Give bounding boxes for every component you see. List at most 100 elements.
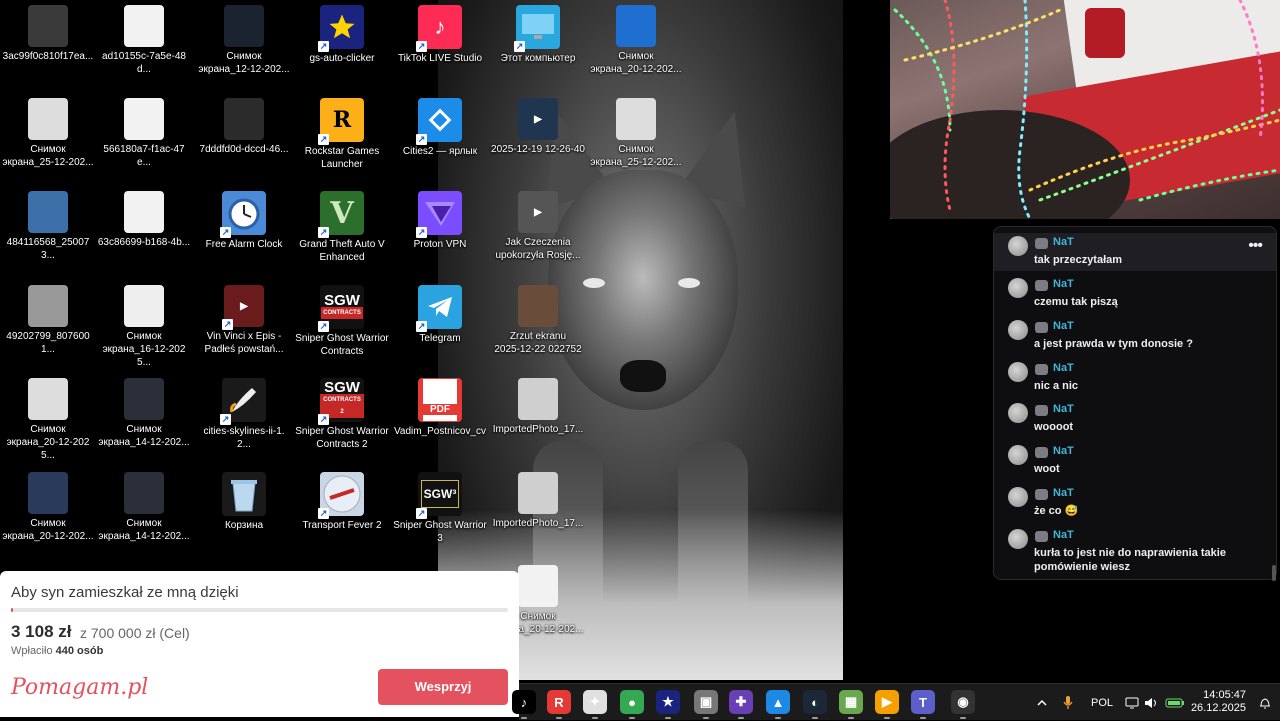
desktop-icon[interactable]: ▶ 2025-12-19 12-26-40 <box>491 98 585 156</box>
running-indicator <box>665 717 671 719</box>
desktop-icon[interactable]: Telegram <box>393 285 487 345</box>
game-icon[interactable]: ▦ <box>839 690 863 714</box>
desktop-icon[interactable]: Снимок экрана_20-12-2025... <box>1 378 95 462</box>
volume-icon[interactable] <box>1144 684 1158 721</box>
chat-message-text: tak przeczytałam <box>1034 254 1123 266</box>
more-options-icon[interactable]: ••• <box>1248 237 1263 255</box>
avatar[interactable] <box>1008 445 1028 465</box>
desktop-icon[interactable]: Снимок экрана_14-12-202... <box>97 378 191 449</box>
chat-message[interactable]: NaT kurła to jest nie do naprawienia taki… <box>994 526 1276 573</box>
chat-username[interactable]: NaT <box>1053 487 1074 499</box>
microphone-icon[interactable] <box>1062 684 1074 721</box>
show-hidden-icons-chevron-icon[interactable] <box>1036 684 1048 721</box>
chat-scrollbar[interactable] <box>1272 565 1276 581</box>
language-indicator[interactable]: POL <box>1091 684 1113 721</box>
desktop-icon[interactable]: Корзина <box>197 472 291 532</box>
rockstar-icon[interactable]: R <box>547 690 571 714</box>
clock-date: 26.12.2025 <box>1190 702 1246 714</box>
desktop-icon[interactable]: Снимок экрана_20-12-202... <box>1 472 95 543</box>
desktop-icon[interactable]: ▶ Jak Czeczenia upokorzyła Rosję... <box>491 191 585 262</box>
desktop-icon[interactable]: SGW³Sniper Ghost Warrior 3 <box>393 472 487 545</box>
desktop-icon[interactable]: gs-auto-clicker <box>295 5 389 65</box>
taskbar-clock[interactable]: 14:05:47 26.12.2025 <box>1191 689 1246 715</box>
desktop-icon[interactable]: Снимок экрана_16-12-2025... <box>97 285 191 369</box>
desktop-icon[interactable]: RRockstar Games Launcher <box>295 98 389 171</box>
chat-message-text: czemu tak piszą <box>1034 296 1118 308</box>
video-thumbnail-icon: ▶ <box>518 98 558 140</box>
desktop-icon[interactable]: SGWCONTRACTSSniper Ghost Warrior Contrac… <box>295 285 389 358</box>
desktop-icon[interactable]: 566180a7-f1ac-47e... <box>97 98 191 169</box>
desktop-icon[interactable]: 7dddfd0d-dccd-46... <box>197 98 291 156</box>
desktop-icon[interactable]: Transport Fever 2 <box>295 472 389 532</box>
gta-v-icon: V <box>318 191 364 238</box>
teams-icon[interactable]: T <box>911 690 935 714</box>
avatar[interactable] <box>1008 236 1028 256</box>
network-icon[interactable] <box>1125 684 1139 721</box>
wolf-eye-left <box>583 278 605 288</box>
desktop-icon[interactable]: ImportedPhoto_17... <box>491 378 585 436</box>
chrome-icon[interactable]: ● <box>620 690 644 714</box>
chat-message[interactable]: NaT woot <box>994 442 1276 480</box>
desktop-icon[interactable]: SGWCONTRACTS 2Sniper Ghost Warrior Contr… <box>295 378 389 451</box>
desktop-icon[interactable]: ad10155c-7a5e-48d... <box>97 5 191 76</box>
chat-message[interactable]: NaT woooot <box>994 400 1276 438</box>
desktop-icon[interactable]: Снимок экрана_20-12-202... <box>589 5 683 76</box>
avatar[interactable] <box>1008 362 1028 382</box>
chat-username[interactable]: NaT <box>1053 362 1074 374</box>
chat-username[interactable]: NaT <box>1053 445 1074 457</box>
battery-icon[interactable] <box>1165 684 1185 721</box>
chrome-canary-icon[interactable]: ✦ <box>583 690 607 714</box>
avatar[interactable] <box>1008 529 1028 549</box>
desktop-icon[interactable]: 484116568_250073... <box>1 191 95 262</box>
avatar[interactable] <box>1008 320 1028 340</box>
running-indicator <box>960 717 966 719</box>
desktop-icon-label: Zrzut ekranu 2025-12-22 022752 <box>494 331 582 355</box>
tiktok-icon[interactable]: ♪ <box>512 690 536 714</box>
app-grid-icon[interactable]: ✚ <box>729 690 753 714</box>
desktop-icon[interactable]: Снимок экрана_14-12-202... <box>97 472 191 543</box>
obs-icon[interactable]: ◉ <box>951 690 975 714</box>
desktop-icon[interactable]: Proton VPN <box>393 191 487 251</box>
desktop-icon[interactable]: Cities2 — ярлык <box>393 98 487 158</box>
chat-username[interactable]: NaT <box>1053 403 1074 415</box>
desktop-icon[interactable]: ♪TikTok LIVE Studio <box>393 5 487 65</box>
avatar[interactable] <box>1008 487 1028 507</box>
desktop-icon[interactable]: ImportedPhoto_17... <box>491 472 585 530</box>
desktop-icon[interactable]: 49202799_8076001... <box>1 285 95 356</box>
avatar[interactable] <box>1008 278 1028 298</box>
package-icon[interactable]: ▣ <box>694 690 718 714</box>
cities-skylines-icon <box>416 98 462 145</box>
chat-username[interactable]: NaT <box>1053 236 1074 248</box>
chat-message[interactable]: NaT czemu tak piszą <box>994 275 1276 313</box>
desktop-icon[interactable]: 63c86699-b168-4b... <box>97 191 191 249</box>
support-button[interactable]: Wesprzyj <box>378 669 508 705</box>
desktop-icon[interactable]: Zrzut ekranu 2025-12-22 022752 <box>491 285 585 356</box>
star-icon[interactable]: ★ <box>656 690 680 714</box>
desktop-icon[interactable]: Снимок экрана_12-12-202... <box>197 5 291 76</box>
chat-message[interactable]: NaT a jest prawda w tym donosie ? <box>994 317 1276 355</box>
steam-icon[interactable]: ◐ <box>803 690 827 714</box>
chat-username[interactable]: NaT <box>1053 278 1074 290</box>
photos-icon[interactable]: ▲ <box>766 690 790 714</box>
chat-username[interactable]: NaT <box>1053 320 1074 332</box>
chat-message[interactable]: NaT tak przeczytałam ••• <box>994 233 1276 271</box>
media-player-icon[interactable]: ▶ <box>875 690 899 714</box>
desktop-icon[interactable]: 3ac99f0c810f17ea... <box>1 5 95 63</box>
desktop-icon[interactable]: ▶Vin Vinci x Epis - Padłeś powstań... <box>197 285 291 356</box>
chat-username[interactable]: NaT <box>1053 529 1074 541</box>
notifications-bell-icon[interactable] <box>1259 684 1271 721</box>
pomagam-logo[interactable]: Pomagam.pl <box>11 675 148 700</box>
desktop-icon[interactable]: VGrand Theft Auto V Enhanced <box>295 191 389 264</box>
screenshot-thumbnail-icon <box>518 285 558 327</box>
desktop-icon[interactable]: Этот компьютер <box>491 5 585 65</box>
desktop-icon[interactable]: Free Alarm Clock <box>197 191 291 251</box>
chat-message[interactable]: NaT że co 😅 <box>994 484 1276 522</box>
desktop-icon[interactable]: cities-skylines-ii-1.2... <box>197 378 291 451</box>
desktop-icon[interactable]: Снимок экрана_25-12-202... <box>1 98 95 169</box>
desktop-icon[interactable]: PDF Vadim_Postnicov_cv <box>393 378 487 438</box>
desktop-icon[interactable]: Снимок экрана_25-12-202... <box>589 98 683 169</box>
chat-message[interactable]: NaT nic a nic <box>994 359 1276 397</box>
desktop-icon-label: Снимок экрана_14-12-202... <box>98 518 190 542</box>
running-indicator <box>848 717 854 719</box>
avatar[interactable] <box>1008 403 1028 423</box>
